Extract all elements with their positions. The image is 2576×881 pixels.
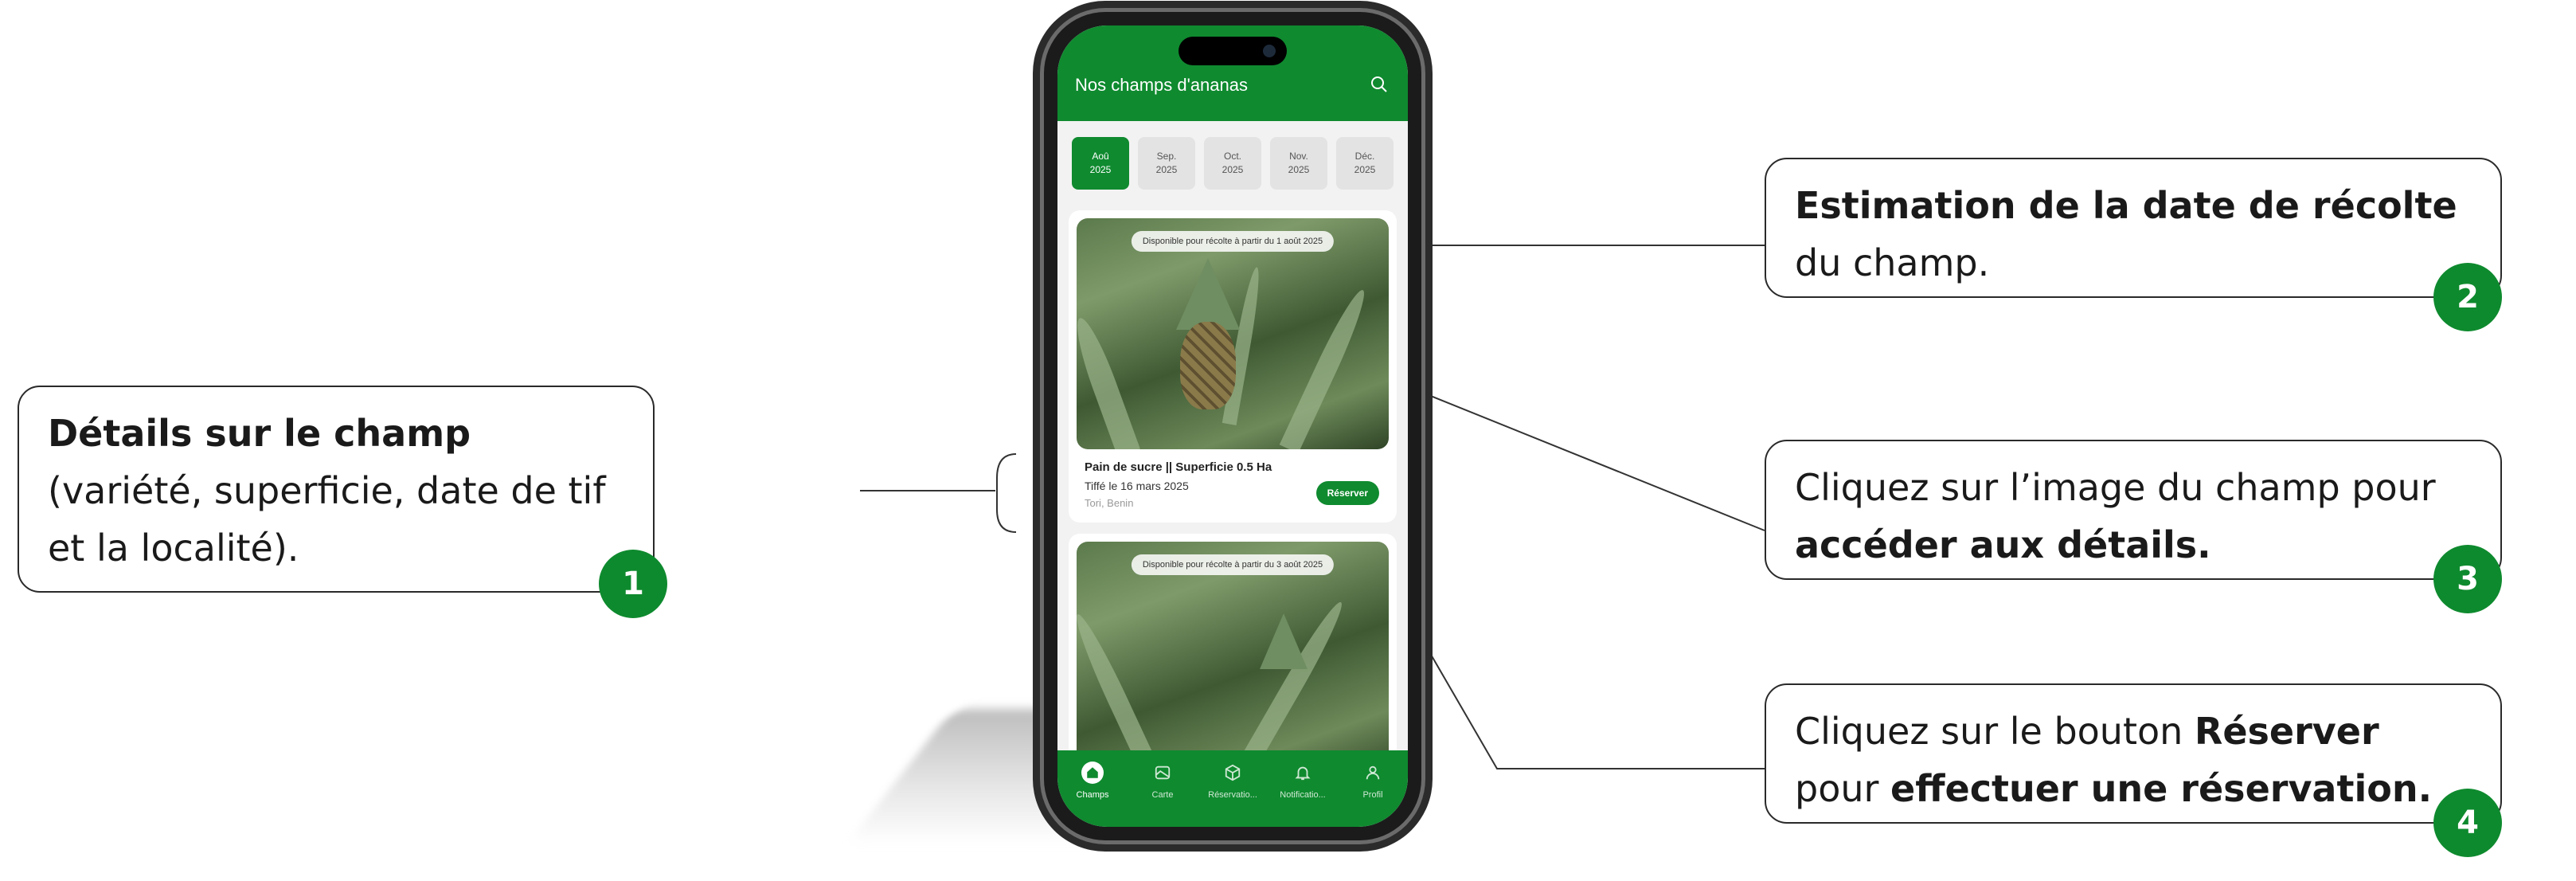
bell-icon [1292, 762, 1314, 784]
nav-profil[interactable]: Profil [1341, 762, 1405, 800]
pineapple-image [1180, 322, 1236, 409]
search-icon[interactable] [1370, 75, 1389, 94]
dynamic-island [1179, 37, 1287, 65]
user-icon [1362, 762, 1384, 784]
callout-field-details: Détails sur le champ (variété, superfici… [18, 386, 655, 593]
month-tab-dec[interactable]: Déc. 2025 [1336, 137, 1394, 190]
field-title: Pain de sucre || Superficie 0.5 Ha [1085, 460, 1272, 474]
availability-badge: Disponible pour récolte à partir du 3 ao… [1131, 554, 1335, 575]
nav-notifications[interactable]: Notificatio... [1271, 762, 1335, 800]
app-title: Nos champs d'ananas [1075, 75, 1248, 95]
badge-1: 1 [599, 550, 667, 618]
phone-frame: Nos champs d'ananas Aoû 2025 Sep. 2025 Oct… [1040, 8, 1425, 844]
month-selector: Aoû 2025 Sep. 2025 Oct. 2025 Nov. 2025 Déc. 2… [1072, 137, 1394, 190]
month-tab-aug[interactable]: Aoû 2025 [1072, 137, 1129, 190]
month-tab-nov[interactable]: Nov. 2025 [1270, 137, 1327, 190]
callout-image-details: Cliquez sur l’image du champ pour accéde… [1765, 440, 2502, 580]
month-tab-sep[interactable]: Sep. 2025 [1138, 137, 1195, 190]
phone-screen: Nos champs d'ananas Aoû 2025 Sep. 2025 Oct… [1057, 25, 1408, 827]
nav-reservations[interactable]: Réservatio... [1201, 762, 1265, 800]
map-icon [1151, 762, 1174, 784]
field-card: Disponible pour récolte à partir du 3 ao… [1069, 534, 1397, 781]
nav-champs[interactable]: Champs [1061, 762, 1124, 800]
field-tif-date: Tiffé le 16 mars 2025 [1085, 480, 1189, 492]
nav-carte[interactable]: Carte [1131, 762, 1194, 800]
home-icon [1081, 762, 1104, 784]
callout-reserve: Cliquez sur le bouton Réserver pour effe… [1765, 683, 2502, 824]
badge-4: 4 [2433, 789, 2502, 857]
month-tab-oct[interactable]: Oct. 2025 [1204, 137, 1261, 190]
field-image[interactable]: Disponible pour récolte à partir du 3 ao… [1077, 542, 1389, 781]
field-location: Tori, Benin [1085, 497, 1134, 509]
availability-badge: Disponible pour récolte à partir du 1 ao… [1131, 231, 1335, 252]
field-card: Disponible pour récolte à partir du 1 ao… [1069, 210, 1397, 523]
badge-3: 3 [2433, 545, 2502, 613]
badge-2: 2 [2433, 263, 2502, 331]
callout-harvest-date: Estimation de la date de récolte du cham… [1765, 158, 2502, 298]
field-image[interactable]: Disponible pour récolte à partir du 1 ao… [1077, 218, 1389, 449]
bottom-navigation: Champs Carte Réservatio... Notificatio..… [1057, 750, 1408, 827]
reserve-button[interactable]: Réserver [1315, 481, 1379, 505]
box-icon [1222, 762, 1244, 784]
